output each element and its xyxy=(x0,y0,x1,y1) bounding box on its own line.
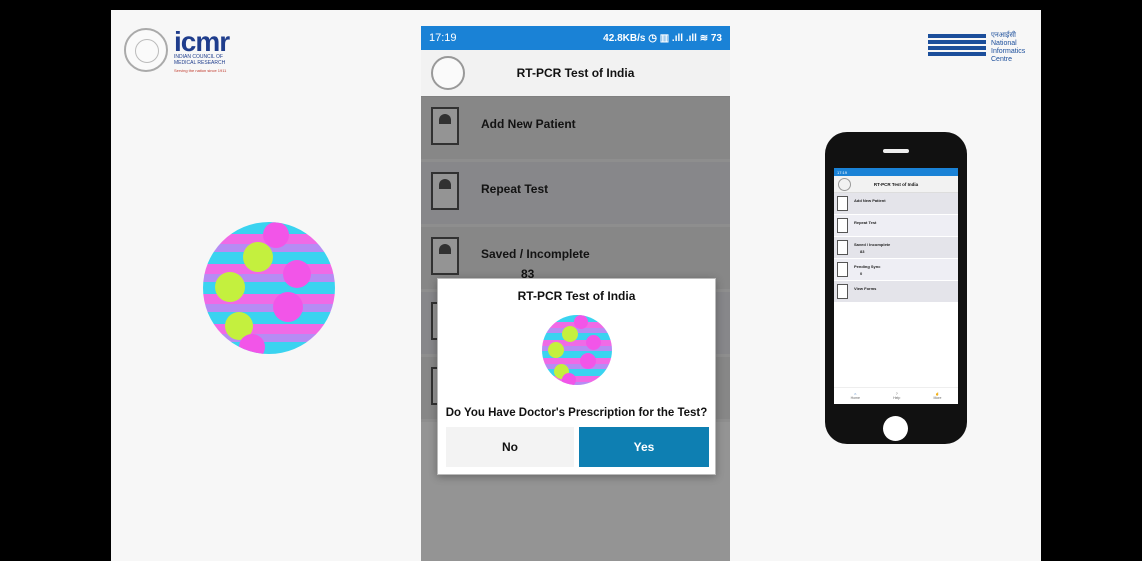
dialog-question: Do You Have Doctor's Prescription for th… xyxy=(445,407,708,419)
speaker-grille xyxy=(883,149,909,153)
nav-more-label: More xyxy=(933,396,942,400)
mockup-status-bar: 17:19 xyxy=(834,168,958,176)
document-icon xyxy=(837,284,848,299)
mockup-app-title: RT-PCR Test of India xyxy=(834,176,958,193)
mockup-menu-label: Repeat Test xyxy=(854,220,877,225)
status-indicators: 42.8KB/s ◷ ▥ .ıll .ıll ≋ 73 xyxy=(603,32,722,44)
mockup-menu-item[interactable]: Saved / Incomplete 83 xyxy=(834,237,958,259)
mockup-menu-label: Add New Patient xyxy=(854,198,886,203)
nav-help[interactable]: ? Help xyxy=(893,392,900,400)
icmr-subtitle: INDIAN COUNCIL OF MEDICAL RESEARCH xyxy=(174,54,226,66)
mockup-screen: 17:19 RT-PCR Test of India Add New Patie… xyxy=(834,168,958,404)
status-time: 17:19 xyxy=(429,32,457,44)
mockup-menu-item[interactable]: Add New Patient xyxy=(834,193,958,215)
mockup-menu-item[interactable]: Pending Sync 0 xyxy=(834,259,958,281)
phone-mockup: 17:19 RT-PCR Test of India Add New Patie… xyxy=(825,132,967,444)
video-frame: icmr INDIAN COUNCIL OF MEDICAL RESEARCH … xyxy=(111,10,1041,561)
app-bar: RT-PCR Test of India xyxy=(421,50,730,97)
app-title: RT-PCR Test of India xyxy=(516,66,635,80)
document-icon xyxy=(837,240,848,255)
mockup-menu-label: Saved / Incomplete xyxy=(854,242,891,247)
document-icon xyxy=(837,262,848,277)
mockup-menu-count: 83 xyxy=(860,249,865,254)
nav-home[interactable]: ⌂ Home xyxy=(851,392,860,400)
document-icon xyxy=(837,218,848,233)
icmr-seal-icon xyxy=(124,28,168,72)
mockup-bottom-nav: ⌂ Home ? Help ☝ More xyxy=(834,387,958,404)
yes-button[interactable]: Yes xyxy=(579,427,709,467)
dialog-app-logo xyxy=(542,315,612,385)
nav-home-label: Home xyxy=(850,396,860,400)
nic-logo-text: एनआईसी National Informatics Centre xyxy=(991,32,1026,63)
no-button[interactable]: No xyxy=(446,427,574,467)
mockup-menu-item[interactable]: Repeat Test xyxy=(834,215,958,237)
mockup-menu-label: View Forms xyxy=(854,286,877,291)
prescription-dialog: RT-PCR Test of India Do You Have Doctor'… xyxy=(437,278,716,475)
mockup-menu-count: 0 xyxy=(860,271,863,276)
icmr-tagline: Serving the nation since 1911 xyxy=(174,68,227,73)
nav-more[interactable]: ☝ More xyxy=(933,392,941,400)
app-seal-icon xyxy=(431,56,465,90)
phone-screen: 17:19 42.8KB/s ◷ ▥ .ıll .ıll ≋ 73 RT-PCR… xyxy=(421,26,730,561)
status-bar: 17:19 42.8KB/s ◷ ▥ .ıll .ıll ≋ 73 xyxy=(421,26,730,50)
nic-logo-icon xyxy=(928,34,986,58)
rtpcr-app-logo xyxy=(203,222,335,354)
mockup-status-time: 17:19 xyxy=(837,169,848,175)
nav-help-label: Help xyxy=(893,396,901,400)
document-icon xyxy=(837,196,848,211)
mockup-menu-label: Pending Sync xyxy=(854,264,881,269)
dialog-title: RT-PCR Test of India xyxy=(517,289,636,303)
home-button xyxy=(883,416,908,441)
mockup-menu-item[interactable]: View Forms xyxy=(834,281,958,303)
